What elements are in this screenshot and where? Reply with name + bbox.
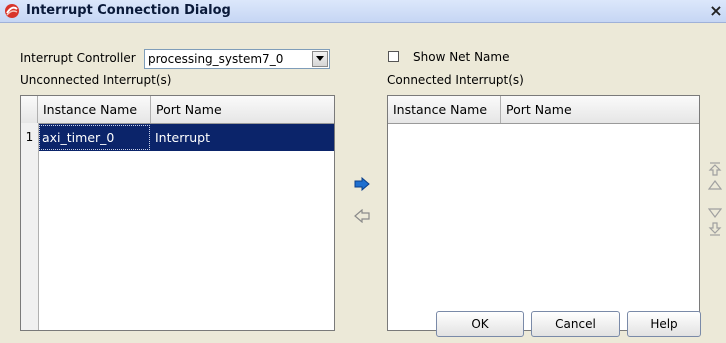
unconnected-interrupts-table[interactable]: Instance Name Port Name 1 axi_timer_0 In… (20, 95, 335, 331)
port-name-cell[interactable]: Interrupt (151, 124, 335, 151)
title-bar[interactable]: Interrupt Connection Dialog × (0, 0, 726, 23)
chevron-down-icon (316, 56, 324, 61)
arrow-left-icon[interactable] (354, 209, 370, 223)
interrupt-controller-value: processing_system7_0 (148, 52, 284, 66)
move-top-icon[interactable] (708, 162, 722, 176)
show-net-name-label: Show Net Name (413, 50, 510, 64)
help-button[interactable]: Help (627, 311, 701, 337)
close-button[interactable]: × (707, 2, 725, 20)
interrupt-connection-dialog: Interrupt Connection Dialog × Interrupt … (0, 0, 726, 343)
move-bottom-icon[interactable] (708, 222, 722, 236)
table-row[interactable]: 1 axi_timer_0 Interrupt (21, 124, 334, 151)
app-logo-icon (5, 4, 19, 18)
move-down-icon[interactable] (708, 206, 722, 220)
dropdown-button[interactable] (312, 51, 328, 67)
move-up-icon[interactable] (708, 178, 722, 192)
interrupt-controller-label: Interrupt Controller (20, 51, 136, 65)
instance-name-cell[interactable]: axi_timer_0 (38, 124, 151, 151)
column-header-instance-name[interactable]: Instance Name (38, 96, 151, 123)
interrupt-controller-select[interactable]: processing_system7_0 (144, 49, 330, 69)
cancel-button[interactable]: Cancel (531, 311, 620, 337)
table-header: Instance Name Port Name (21, 96, 334, 124)
row-number: 1 (21, 124, 39, 151)
connected-interrupts-table[interactable]: Instance Name Port Name (387, 95, 700, 331)
row-number-header (21, 96, 38, 123)
row-number-gutter (21, 123, 39, 330)
arrow-right-icon[interactable] (354, 177, 370, 191)
connected-interrupts-label: Connected Interrupt(s) (387, 73, 524, 87)
column-header-port-name[interactable]: Port Name (151, 96, 335, 123)
table-header: Instance Name Port Name (388, 96, 699, 124)
column-header-port-name[interactable]: Port Name (501, 96, 699, 123)
show-net-name-checkbox[interactable] (388, 51, 399, 62)
unconnected-interrupts-label: Unconnected Interrupt(s) (20, 73, 172, 87)
column-header-instance-name[interactable]: Instance Name (388, 96, 501, 123)
ok-button[interactable]: OK (436, 311, 524, 337)
dialog-title: Interrupt Connection Dialog (26, 3, 231, 18)
